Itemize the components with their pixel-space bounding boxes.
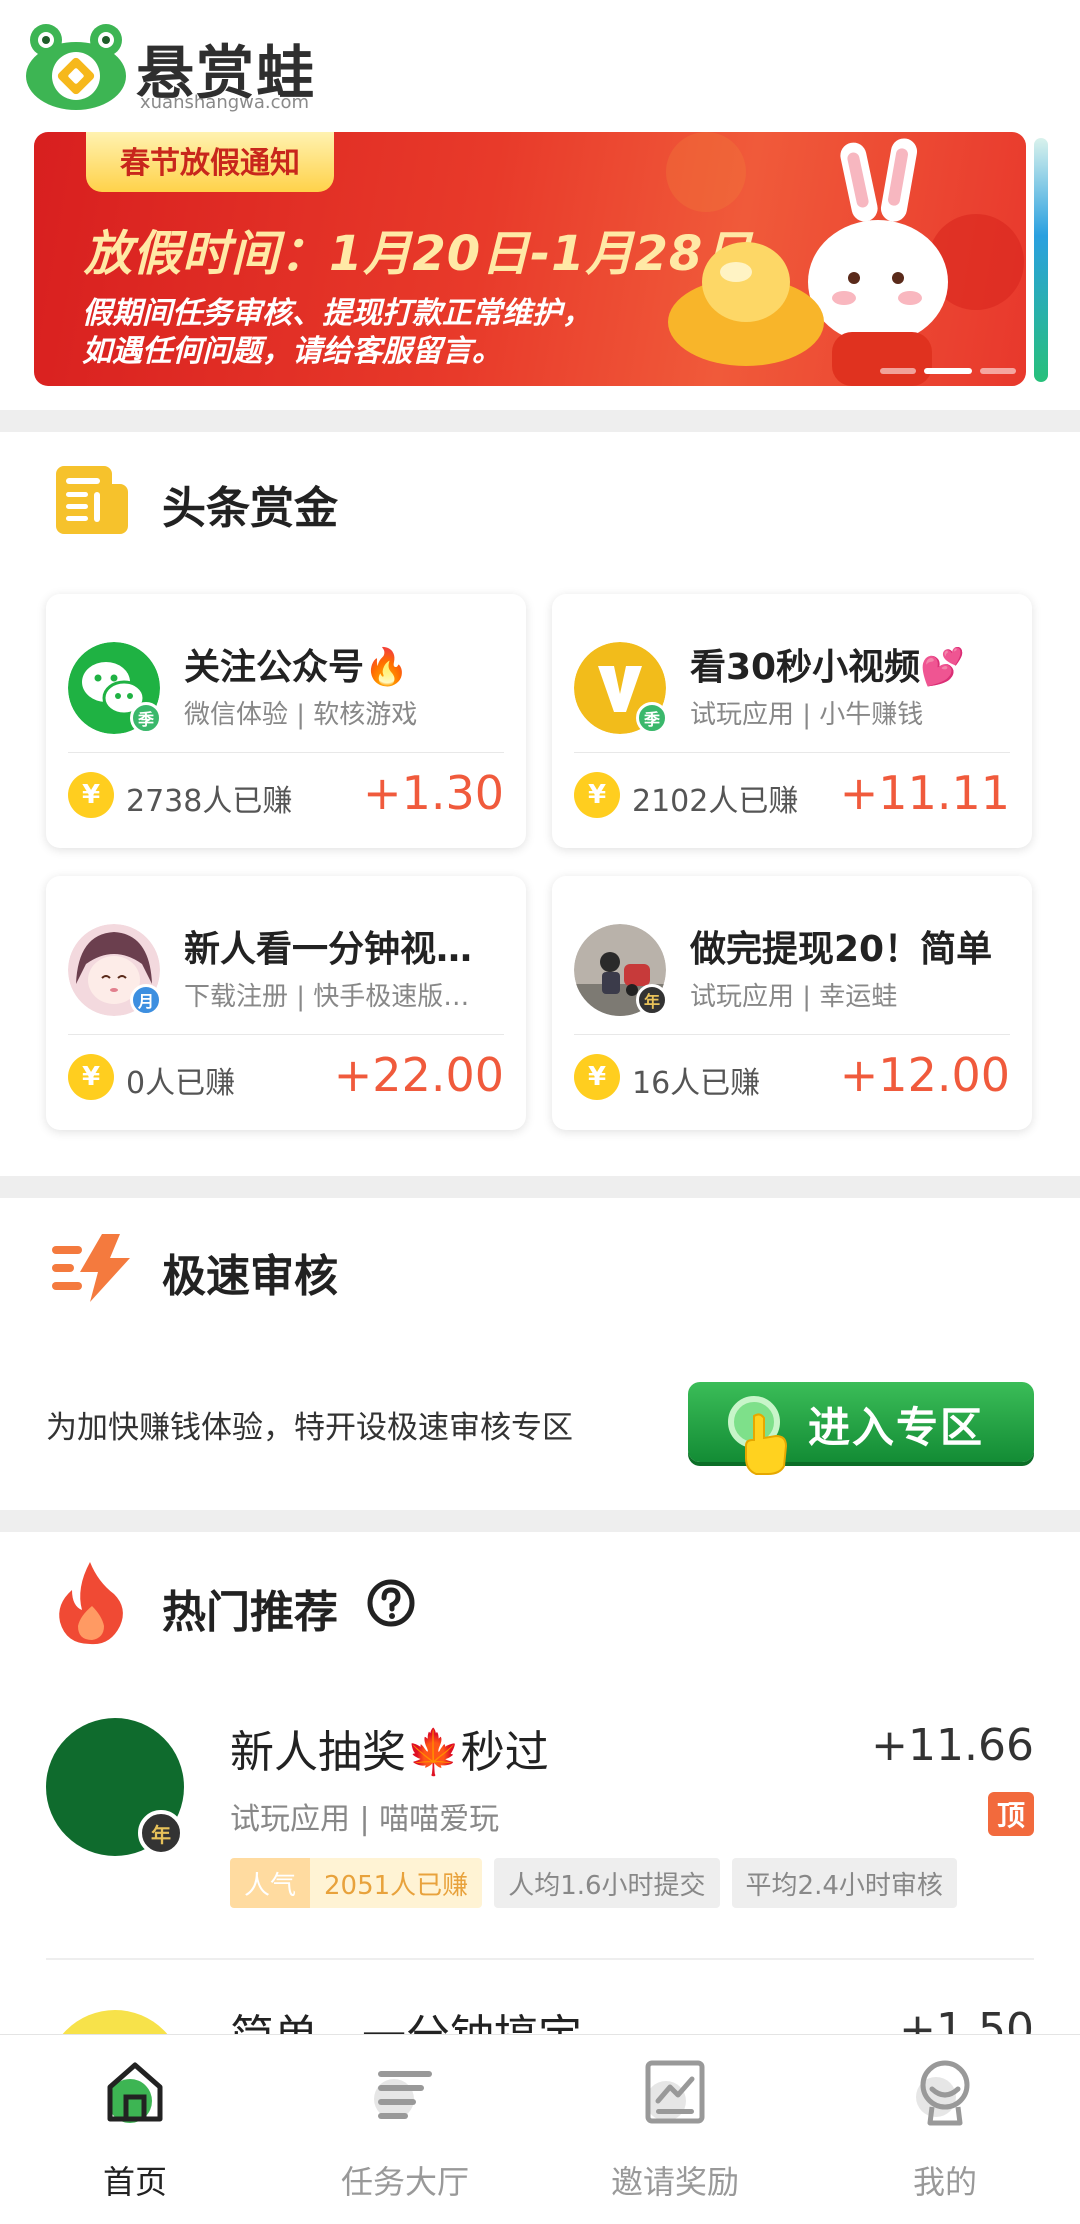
earned-count: 2102人已赚 — [632, 784, 799, 819]
reward-amount: +22.00 — [333, 1048, 504, 1102]
avg-submit-tag: 人均1.6小时提交 — [494, 1858, 720, 1908]
card-divider — [574, 1034, 1010, 1035]
hot-task-title[interactable]: 新人抽奖🍁秒过 — [230, 1716, 549, 1780]
banner-line-2: 如遇任何问题，请给客服留言。 — [82, 334, 502, 369]
card-divider — [68, 1034, 504, 1035]
enter-zone-label: 进入专区 — [808, 1403, 985, 1452]
task-subtitle: 试玩应用 | 小牛赚钱 — [690, 700, 924, 730]
year-badge: 年 — [138, 1810, 184, 1856]
tab-home-label: 首页 — [102, 2163, 167, 2201]
task-subtitle: 下载注册 | 快手极速版… — [184, 982, 470, 1012]
pagination-dot-active — [924, 368, 972, 374]
reward-amount: +12.00 — [839, 1048, 1010, 1102]
popularity-tag-label: 人气 — [230, 1858, 311, 1908]
profile-icon — [916, 2060, 970, 2126]
hot-task-reward: +11.66 — [871, 1720, 1034, 1771]
season-badge: 季 — [636, 702, 668, 734]
tab-invite-rewards[interactable]: 邀请奖励 — [540, 2035, 810, 2224]
task-tags: 人气 2051人已赚 人均1.6小时提交 平均2.4小时审核 — [230, 1858, 957, 1908]
task-title: 关注公众号🔥 — [184, 647, 409, 688]
popularity-tag-count: 2051人已赚 — [310, 1858, 483, 1908]
newspaper-icon — [56, 466, 128, 534]
task-title: 看30秒小视频💕 — [690, 647, 965, 688]
banner-tag: 春节放假通知 — [86, 132, 334, 192]
task-card[interactable]: 月 新人看一分钟视… 下载注册 | 快手极速版… ¥ 0人已赚 +22.00 — [46, 876, 526, 1130]
hot-task-subtitle: 试玩应用 | 喵喵爱玩 — [230, 1802, 500, 1837]
tab-profile-label: 我的 — [912, 2163, 977, 2201]
task-card[interactable]: 年 做完提现20！简单 试玩应用 | 幸运蛙 ¥ 16人已赚 +12.00 — [552, 876, 1032, 1130]
season-badge: 季 — [130, 702, 162, 734]
tab-profile[interactable]: 我的 — [810, 2035, 1080, 2224]
pointing-hand-icon — [745, 1413, 788, 1475]
reward-amount: +11.11 — [839, 766, 1010, 820]
bottom-tab-bar: 首页 任务大厅 邀请奖励 我的 — [0, 2034, 1080, 2224]
pagination-dot — [980, 368, 1016, 374]
next-banner-peek[interactable] — [1034, 138, 1048, 382]
earned-count: 2738人已赚 — [126, 784, 293, 819]
popularity-tag: 人气 2051人已赚 — [230, 1858, 483, 1908]
section-divider — [0, 410, 1080, 432]
rabbit-gold-ingot-illustration — [666, 132, 1024, 386]
holiday-banner[interactable]: 春节放假通知 放假时间：1月20日-1月28日 假期间任务审核、提现打款正常维护… — [34, 132, 1026, 386]
card-divider — [68, 752, 504, 753]
flame-icon — [59, 1562, 123, 1645]
pinned-top-badge: 顶 — [988, 1792, 1034, 1836]
coin-icon: ¥ — [574, 1054, 620, 1100]
tab-task-hall-label: 任务大厅 — [340, 2163, 469, 2201]
avg-review-tag: 平均2.4小时审核 — [731, 1858, 957, 1908]
card-divider — [574, 752, 1010, 753]
tab-home[interactable]: 首页 — [0, 2035, 270, 2224]
month-badge: 月 — [130, 984, 162, 1016]
task-subtitle: 微信体验 | 软核游戏 — [184, 700, 418, 730]
task-subtitle: 试玩应用 | 幸运蛙 — [690, 982, 898, 1012]
lightning-icon — [52, 1234, 130, 1302]
earned-count: 0人已赚 — [126, 1066, 236, 1101]
pagination-dot — [880, 368, 916, 374]
banner-pagination — [880, 368, 1016, 374]
section-divider — [0, 1176, 1080, 1198]
reward-amount: +1.30 — [363, 766, 504, 820]
app-url: xuanshangwa.com — [140, 92, 310, 113]
enter-zone-button[interactable]: 进入专区 — [688, 1382, 1034, 1475]
tab-task-hall[interactable]: 任务大厅 — [270, 2035, 540, 2224]
year-badge: 年 — [636, 984, 668, 1016]
coin-icon: ¥ — [68, 1054, 114, 1100]
headline-section-title: 头条赏金 — [162, 483, 338, 534]
task-title: 做完提现20！简单 — [690, 929, 993, 970]
hot-section-title: 热门推荐 — [162, 1587, 338, 1638]
invite-chart-icon — [645, 2060, 705, 2124]
app-header: 悬赏蛙 xuanshangwa.com — [0, 0, 1080, 130]
fast-review-description: 为加快赚钱体验，特开设极速审核专区 — [46, 1410, 573, 1446]
task-card[interactable]: 季 关注公众号🔥 微信体验 | 软核游戏 ¥ 2738人已赚 +1.30 — [46, 594, 526, 848]
tab-invite-rewards-label: 邀请奖励 — [610, 2163, 739, 2201]
task-title: 新人看一分钟视… — [184, 929, 473, 970]
coin-icon: ¥ — [68, 772, 114, 818]
coin-icon: ¥ — [574, 772, 620, 818]
list-divider — [46, 1958, 1034, 1960]
task-card[interactable]: 季 看30秒小视频💕 试玩应用 | 小牛赚钱 ¥ 2102人已赚 +11.11 — [552, 594, 1032, 848]
home-icon — [107, 2062, 163, 2123]
task-list-icon — [374, 2071, 432, 2119]
earned-count: 16人已赚 — [632, 1066, 761, 1101]
section-divider — [0, 1510, 1080, 1532]
fast-review-title: 极速审核 — [162, 1251, 338, 1302]
help-question-icon[interactable] — [366, 1578, 416, 1628]
frog-logo-icon — [26, 24, 126, 110]
